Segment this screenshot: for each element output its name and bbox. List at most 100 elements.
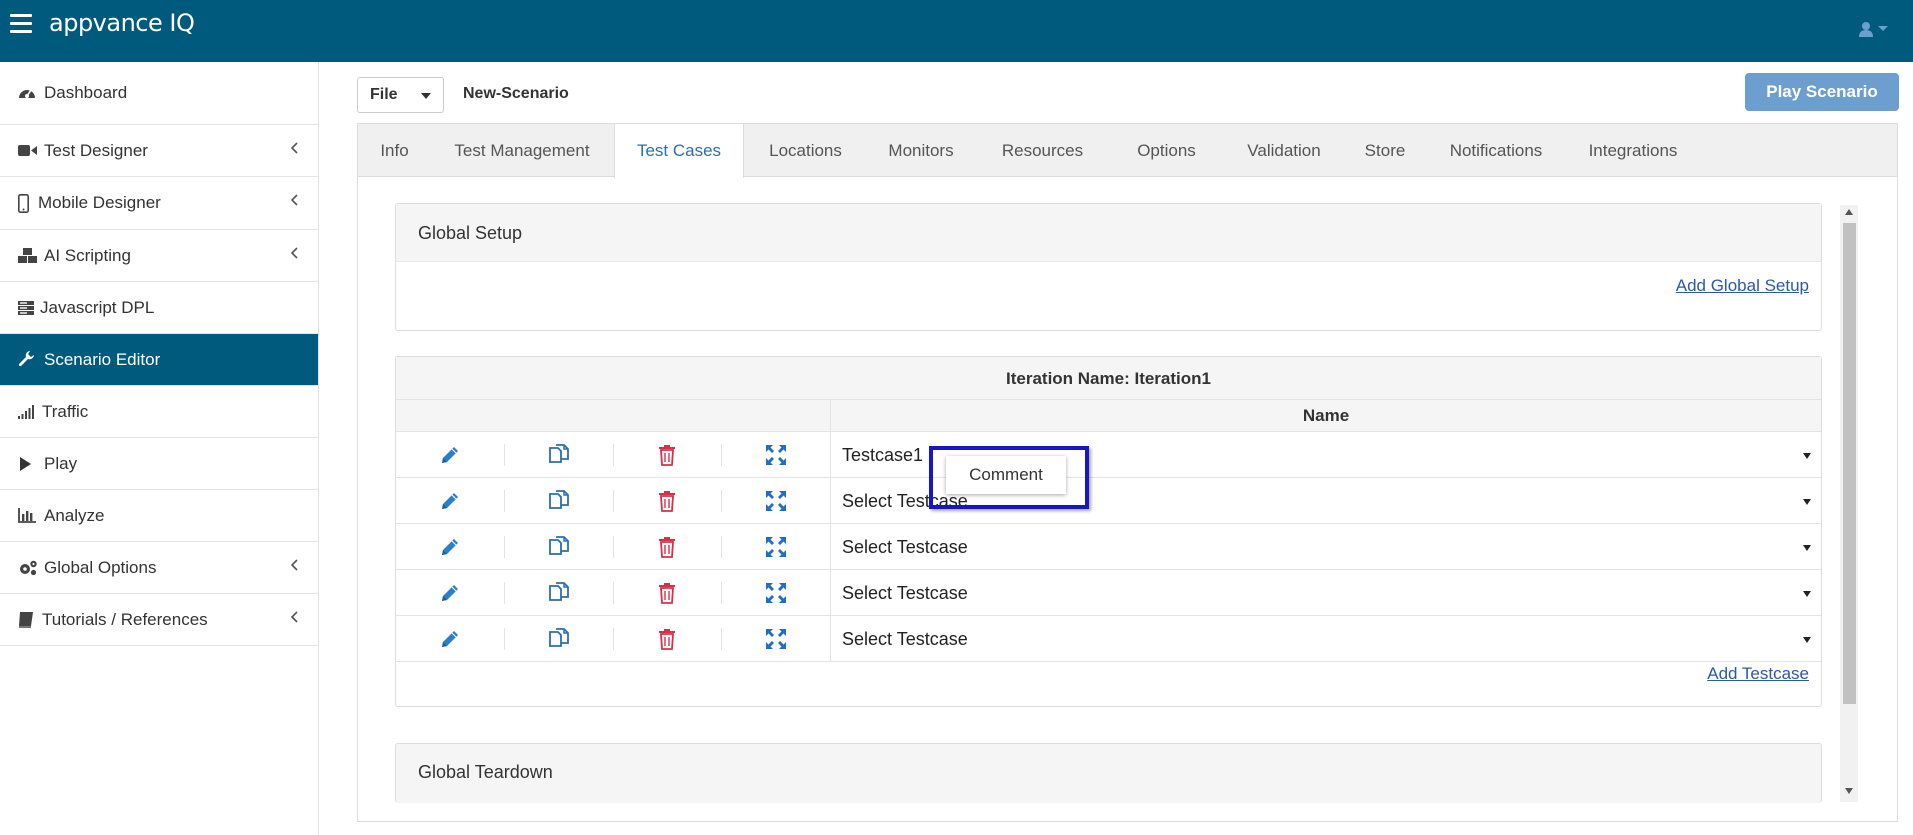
column-divider [721, 582, 722, 604]
sidebar-item-play[interactable]: Play [0, 438, 318, 490]
edit-pencil-icon[interactable] [396, 616, 504, 662]
iteration-panel: Iteration Name: Iteration1 Name Testcase… [395, 356, 1822, 707]
scenario-title: New-Scenario [463, 85, 569, 102]
column-divider [721, 628, 722, 650]
cubes-icon [18, 247, 40, 265]
tab-info[interactable]: Info [358, 124, 431, 177]
sidebar-item-label: Play [44, 453, 78, 473]
tab-integrations[interactable]: Integrations [1566, 124, 1700, 177]
edit-pencil-icon[interactable] [396, 432, 504, 478]
testcase-select-value: Select Testcase [842, 583, 968, 603]
table-row: Select Testcase [396, 524, 1821, 570]
testcase-select[interactable]: Select Testcase [830, 524, 1821, 570]
chevron-left-icon [290, 142, 298, 154]
expand-icon[interactable] [722, 432, 830, 478]
trash-icon[interactable] [613, 570, 721, 616]
column-divider [721, 536, 722, 558]
column-divider [504, 628, 505, 650]
caret-down-icon [421, 93, 431, 99]
column-divider [504, 536, 505, 558]
chevron-down-icon [1878, 26, 1888, 31]
tab-notifications[interactable]: Notifications [1426, 124, 1566, 177]
sidebar-item-scenario-editor[interactable]: Scenario Editor [0, 334, 318, 386]
add-testcase-link[interactable]: Add Testcase [1707, 664, 1809, 684]
tab-locations[interactable]: Locations [745, 124, 866, 177]
trash-icon[interactable] [613, 478, 721, 524]
mobile-icon [18, 193, 34, 213]
sidebar-item-tutorials[interactable]: Tutorials / References [0, 594, 318, 646]
column-divider [613, 582, 614, 604]
sidebar-item-traffic[interactable]: Traffic [0, 386, 318, 438]
tab-bar: Info Test Management Test Cases Location… [358, 124, 1897, 178]
expand-icon[interactable] [722, 478, 830, 524]
tab-test-cases[interactable]: Test Cases [614, 124, 744, 178]
trash-icon[interactable] [613, 432, 721, 478]
tab-monitors[interactable]: Monitors [866, 124, 976, 177]
copy-icon[interactable] [505, 478, 613, 524]
sidebar-item-label: Traffic [42, 401, 89, 421]
wrench-icon [18, 351, 40, 369]
sidebar-item-label: Scenario Editor [44, 349, 161, 369]
trash-icon[interactable] [613, 616, 721, 662]
testcase-select[interactable]: Select Testcase [830, 570, 1821, 616]
tab-store[interactable]: Store [1344, 124, 1426, 177]
global-teardown-title: Global Teardown [396, 744, 1821, 803]
column-divider [613, 536, 614, 558]
trash-icon[interactable] [613, 524, 721, 570]
sidebar-item-javascript-dpl[interactable]: Javascript DPL [0, 282, 318, 334]
column-divider [721, 444, 722, 466]
column-divider [504, 490, 505, 512]
column-divider [613, 628, 614, 650]
scrollbar-thumb[interactable] [1843, 223, 1856, 704]
signal-icon [18, 403, 38, 421]
dashboard-icon [18, 84, 40, 102]
copy-icon[interactable] [505, 616, 613, 662]
add-global-setup-link[interactable]: Add Global Setup [1676, 276, 1809, 296]
sidebar-item-ai-scripting[interactable]: AI Scripting [0, 230, 318, 282]
column-divider [504, 582, 505, 604]
hamburger-icon[interactable] [10, 14, 34, 34]
testcase-select[interactable]: Select Testcase [830, 616, 1821, 662]
sidebar-item-global-options[interactable]: Global Options [0, 542, 318, 594]
scroll-up-arrow-icon[interactable] [1845, 209, 1853, 215]
global-setup-panel: Global Setup Add Global Setup [395, 203, 1822, 331]
name-column-header: Name [830, 400, 1821, 432]
expand-icon[interactable] [722, 616, 830, 662]
tab-resources[interactable]: Resources [976, 124, 1109, 177]
sidebar-item-mobile-designer[interactable]: Mobile Designer [0, 177, 318, 230]
chevron-left-icon [290, 194, 298, 206]
column-divider [613, 490, 614, 512]
chevron-left-icon [290, 247, 298, 259]
edit-pencil-icon[interactable] [396, 570, 504, 616]
sidebar-item-label: AI Scripting [44, 245, 131, 265]
tab-validation[interactable]: Validation [1224, 124, 1344, 177]
copy-icon[interactable] [505, 432, 613, 478]
edit-pencil-icon[interactable] [396, 524, 504, 570]
copy-icon[interactable] [505, 570, 613, 616]
edit-pencil-icon[interactable] [396, 478, 504, 524]
sidebar-item-label: Javascript DPL [40, 297, 155, 317]
sidebar-item-analyze[interactable]: Analyze [0, 490, 318, 542]
chevron-left-icon [290, 559, 298, 571]
play-scenario-button[interactable]: Play Scenario [1745, 73, 1899, 111]
column-divider [504, 444, 505, 466]
iteration-title: Iteration Name: Iteration1 [396, 357, 1821, 400]
file-menu-button[interactable]: File [357, 77, 444, 113]
dropdown-arrow-icon [1803, 453, 1811, 459]
comment-menu-item[interactable]: Comment [946, 456, 1066, 494]
tab-test-management[interactable]: Test Management [431, 124, 613, 177]
expand-icon[interactable] [722, 570, 830, 616]
tab-options[interactable]: Options [1109, 124, 1224, 177]
dropdown-arrow-icon [1803, 545, 1811, 551]
scroll-down-arrow-icon[interactable] [1845, 788, 1853, 794]
sidebar-item-dashboard[interactable]: Dashboard [0, 62, 318, 124]
dropdown-arrow-icon [1803, 591, 1811, 597]
sidebar-item-test-designer[interactable]: Test Designer [0, 125, 318, 177]
bar-chart-icon [18, 507, 40, 525]
copy-icon[interactable] [505, 524, 613, 570]
expand-icon[interactable] [722, 524, 830, 570]
user-menu[interactable] [1858, 18, 1898, 40]
table-row: Select Testcase [396, 570, 1821, 616]
sidebar-item-label: Analyze [44, 505, 105, 525]
table-row: Select Testcase [396, 616, 1821, 662]
